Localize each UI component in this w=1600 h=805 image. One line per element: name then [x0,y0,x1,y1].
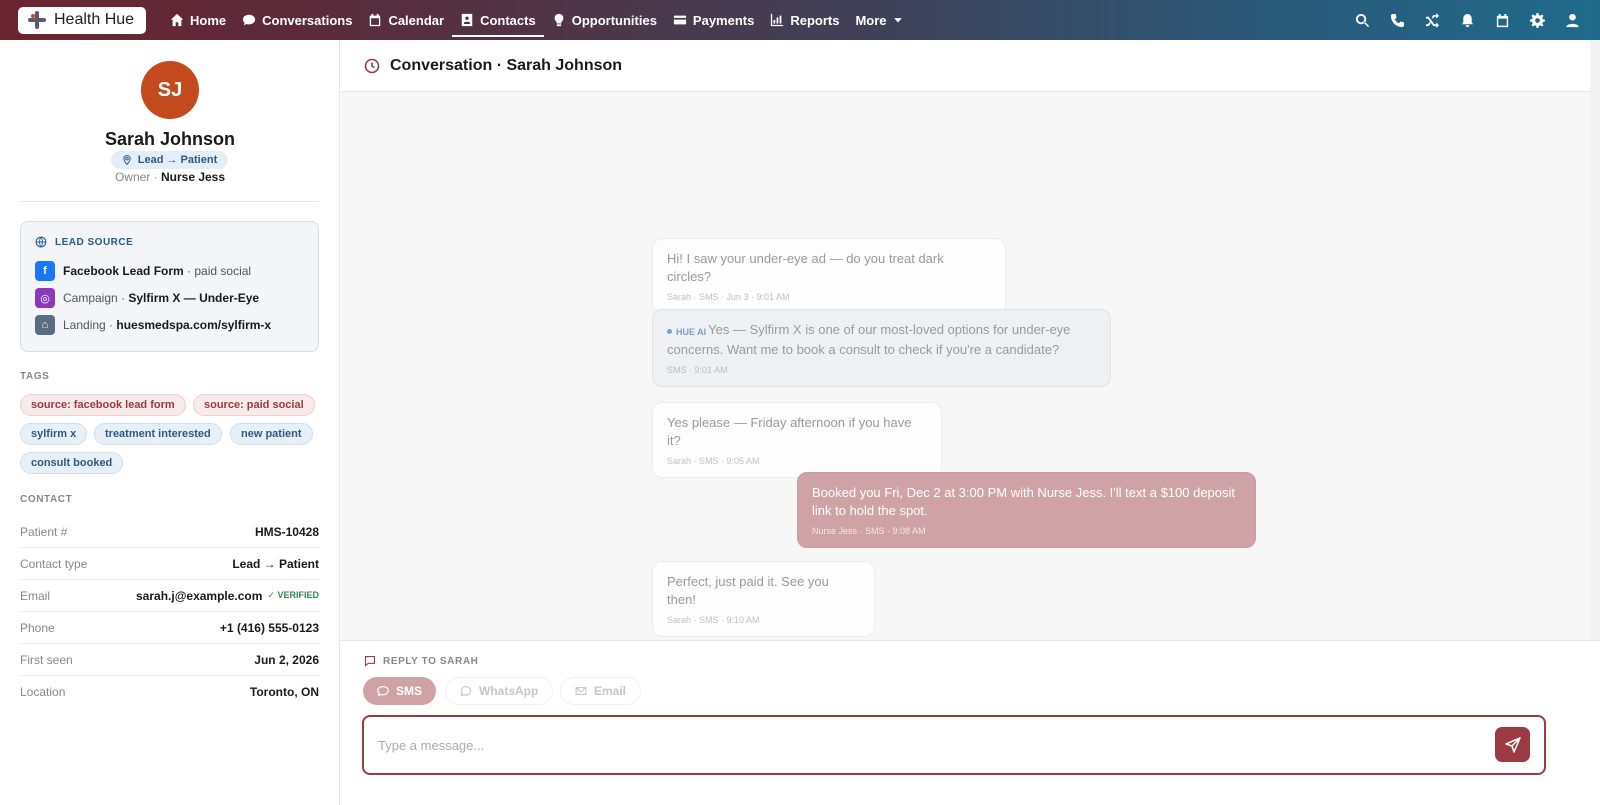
bell-icon[interactable] [1460,13,1475,28]
tag[interactable]: sylfirm x [20,423,88,445]
nav-item-more[interactable]: More [847,0,910,40]
owner-line: Owner · Nurse Jess [0,170,340,184]
contact-row-first-seen: First seen Jun 2, 2026 [20,644,319,676]
nav-item-opportunities[interactable]: Opportunities [544,0,665,40]
message-inbound: Perfect, just paid it. See you then! Sar… [652,561,875,637]
tags-title: TAGS [20,371,50,382]
nav-item-label: Home [190,12,227,28]
message-inbound: Yes please — Friday afternoon if you hav… [652,402,942,478]
landing-link[interactable]: huesmedspa.com/sylfirm-x [116,318,271,332]
app-logo[interactable]: Health Hue [18,6,146,34]
nav-item-reports[interactable]: Reports [762,0,847,40]
send-icon [1504,736,1521,753]
email-value[interactable]: sarah.j@example.com [136,589,262,603]
landing-page-icon: ⌂ [35,315,55,335]
nav-item-payments[interactable]: Payments [665,0,762,40]
whatsapp-icon [460,685,472,697]
divider [20,201,319,202]
message-square-icon [364,655,376,667]
lead-source-card: LEAD SOURCE f Facebook Lead Form · paid … [20,221,319,352]
credit-card-icon [673,15,687,25]
map-pin-icon [123,155,131,165]
lightbulb-icon [554,13,564,27]
clock-history-icon [364,58,380,73]
message-input[interactable] [362,715,1546,775]
logo-text: Health Hue [54,11,135,28]
lead-source-row: ◎ Campaign · Sylfirm X — Under-Eye [35,288,259,308]
nav-item-label: Opportunities [571,12,657,28]
reply-label: REPLY TO SARAH [364,655,478,667]
contact-row-contact-type: Contact type Lead → Patient [20,548,319,580]
contact-row-phone: Phone +1 (416) 555-0123 [20,612,319,644]
stage-label: Lead → Patient [137,154,218,166]
tag[interactable]: source: facebook lead form [20,394,186,416]
nav-item-calendar[interactable]: Calendar [360,0,452,40]
nav-item-label: Conversations [262,12,353,28]
message-outbound: Booked you Fri, Dec 2 at 3:00 PM with Nu… [797,472,1256,548]
conversation-title: Conversation · Sarah Johnson [390,56,623,74]
nav-item-label: Payments [692,12,755,28]
nav-item-home[interactable]: Home [162,0,234,40]
instagram-icon: ◎ [35,288,55,308]
facebook-icon: f [35,261,55,281]
contact-name: Sarah Johnson [104,129,236,149]
contact-card-icon [461,13,473,27]
tag[interactable]: consult booked [20,452,124,474]
chat-bubble-icon [243,14,256,26]
caret-down-icon [893,18,902,23]
owner-label: Owner · [114,170,158,184]
chat-bubble-icon [377,685,389,697]
logo-mark-icon [26,9,48,31]
stage-badge: Lead → Patient [111,151,228,169]
calendar-icon[interactable] [1495,13,1510,28]
contact-panel: SJ Sarah Johnson Lead → Patient Owner · … [0,40,340,805]
bar-chart-icon [771,13,784,27]
nav-item-label: Contacts [480,12,536,28]
owner-name[interactable]: Nurse Jess [161,170,225,184]
conversation-header: Conversation · Sarah Johnson [340,40,1600,92]
contact-row-patient-number: Patient # HMS-10428 [20,516,319,548]
calendar-icon [370,13,381,27]
ai-badge: HUE AI [667,323,706,341]
phone-value[interactable]: +1 (416) 555-0123 [220,621,319,635]
contact-row-location: Location Toronto, ON [20,685,319,699]
phone-icon[interactable] [1390,13,1405,28]
verified-badge: ✓ VERIFIED [267,590,319,600]
search-icon[interactable] [1355,13,1370,28]
shuffle-icon[interactable] [1425,12,1440,28]
scrollbar[interactable] [1590,40,1600,640]
channel-tab-email[interactable]: Email [560,677,642,705]
message-ai: HUE AI Yes — Sylfirm X is one of our most… [652,309,1111,387]
nav-item-label: More [855,12,887,28]
nav-item-label: Reports [790,12,840,28]
contact-row-email: Email sarah.j@example.com ✓ VERIFIED [20,580,319,612]
message-thread[interactable]: Hi! I saw your under-eye ad — do you tre… [340,92,1590,640]
lead-source-row: f Facebook Lead Form · paid social [35,261,251,281]
top-nav: Health Hue Home Conversations Calendar C… [0,0,1600,40]
channel-tab-whatsapp[interactable]: WhatsApp [445,677,554,705]
lead-source-title: LEAD SOURCE [35,236,133,248]
contact-section-title: CONTACT [20,494,73,505]
avatar: SJ [141,61,199,119]
tag[interactable]: treatment interested [94,423,222,445]
tag[interactable]: new patient [230,423,313,445]
lead-source-row: ⌂ Landing · huesmedspa.com/sylfirm-x [35,315,271,335]
home-icon [170,13,184,27]
tag[interactable]: source: paid social [193,394,315,416]
user-icon[interactable] [1565,13,1580,28]
reply-composer: REPLY TO SARAH SMS WhatsApp Email [340,640,1600,805]
send-button[interactable] [1495,727,1530,762]
gear-icon[interactable] [1530,12,1545,28]
envelope-icon [575,687,587,695]
channel-tab-sms[interactable]: SMS [363,677,437,705]
message-inbound: Hi! I saw your under-eye ad — do you tre… [652,238,1006,314]
globe-icon [35,236,47,248]
nav-item-conversations[interactable]: Conversations [234,0,360,40]
nav-item-label: Calendar [388,12,445,28]
nav-item-contacts[interactable]: Contacts [452,0,544,40]
